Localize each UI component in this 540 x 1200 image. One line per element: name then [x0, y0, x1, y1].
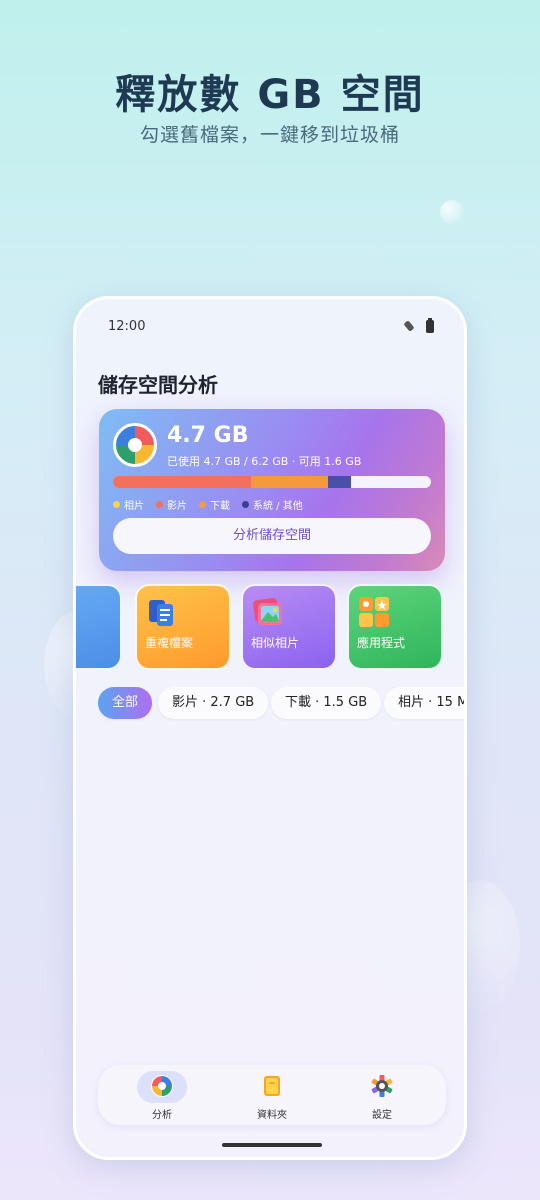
nav-analysis[interactable]: 分析: [122, 1071, 202, 1121]
nav-label: 設定: [372, 1110, 392, 1121]
home-indicator: [222, 1143, 322, 1147]
usage-legend: 相片 影片 下載 系統 / 其他: [113, 497, 303, 512]
category-tiles: 重複檔案 相似相片 應用程式: [76, 584, 464, 674]
status-icons: [402, 317, 434, 333]
category-tile-duplicates[interactable]: 重複檔案: [135, 584, 231, 670]
usage-detail: 已使用 4.7 GB / 6.2 GB · 可用 1.6 GB: [167, 455, 362, 468]
legend-dot-icon: [113, 501, 120, 508]
chip-photos[interactable]: 相片 · 15 MB: [384, 687, 464, 719]
legend-dot-icon: [156, 501, 163, 508]
category-tile-apps[interactable]: 應用程式: [347, 584, 443, 670]
legend-item: 下載: [199, 497, 230, 512]
nav-label: 資料夾: [257, 1110, 287, 1121]
pie-chart-icon: [113, 423, 157, 467]
category-tile-partial[interactable]: [76, 584, 122, 670]
legend-label: 相片: [124, 501, 144, 512]
chip-videos[interactable]: 影片 · 2.7 GB: [158, 687, 269, 719]
tile-label: 應用程式: [357, 636, 406, 650]
document-stack-icon: [149, 600, 173, 626]
promo-headline: 釋放數 GB 空間: [115, 72, 425, 118]
usage-bar-segment: [113, 476, 252, 488]
usage-bar-segment: [327, 476, 352, 488]
legend-item: 影片: [156, 497, 187, 512]
nav-folders[interactable]: 資料夾: [232, 1071, 312, 1121]
decorative-bubble: [440, 200, 464, 224]
status-time: 12:00: [108, 319, 146, 334]
gear-icon: [371, 1075, 393, 1097]
chip-all[interactable]: 全部: [98, 687, 153, 719]
legend-label: 下載: [210, 501, 230, 512]
nav-settings[interactable]: 設定: [342, 1071, 422, 1121]
storage-summary-card: 4.7 GB 已使用 4.7 GB / 6.2 GB · 可用 1.6 GB 相…: [99, 409, 445, 571]
bottom-navigation: 分析 資料夾 設定: [98, 1065, 446, 1125]
legend-label: 影片: [167, 501, 187, 512]
legend-label: 系統 / 其他: [253, 501, 303, 512]
analyze-storage-button[interactable]: 分析儲存空間: [113, 518, 431, 554]
legend-dot-icon: [199, 501, 206, 508]
category-tile-similar-photos[interactable]: 相似相片: [241, 584, 337, 670]
legend-item: 系統 / 其他: [242, 497, 303, 512]
filter-chips: 全部 影片 · 2.7 GB 下載 · 1.5 GB 相片 · 15 MB: [98, 687, 464, 721]
legend-item: 相片: [113, 497, 144, 512]
promo-subline: 勾選舊檔案，一鍵移到垃圾桶: [139, 124, 400, 146]
tile-label: 重複檔案: [145, 636, 194, 650]
status-bar: 12:00: [108, 317, 434, 337]
usage-bar-segment: [251, 476, 328, 488]
tile-label: 相似相片: [251, 636, 300, 650]
page-title: 儲存空間分析: [98, 373, 218, 397]
usage-bar: [113, 476, 431, 488]
folder-icon: [264, 1076, 280, 1096]
battery-icon: [426, 317, 434, 333]
photo-stack-icon: [253, 597, 282, 625]
satellite-icon: [402, 319, 416, 333]
pie-chart-icon: [151, 1075, 173, 1097]
chip-downloads[interactable]: 下載 · 1.5 GB: [271, 687, 382, 719]
legend-dot-icon: [242, 501, 249, 508]
app-grid-icon: [359, 597, 389, 627]
nav-label: 分析: [152, 1110, 172, 1121]
phone-mockup: 12:00 儲存空間分析 4.7 GB 已使用 4.7 GB / 6.2 GB …: [73, 296, 467, 1160]
used-amount: 4.7 GB: [167, 423, 249, 448]
